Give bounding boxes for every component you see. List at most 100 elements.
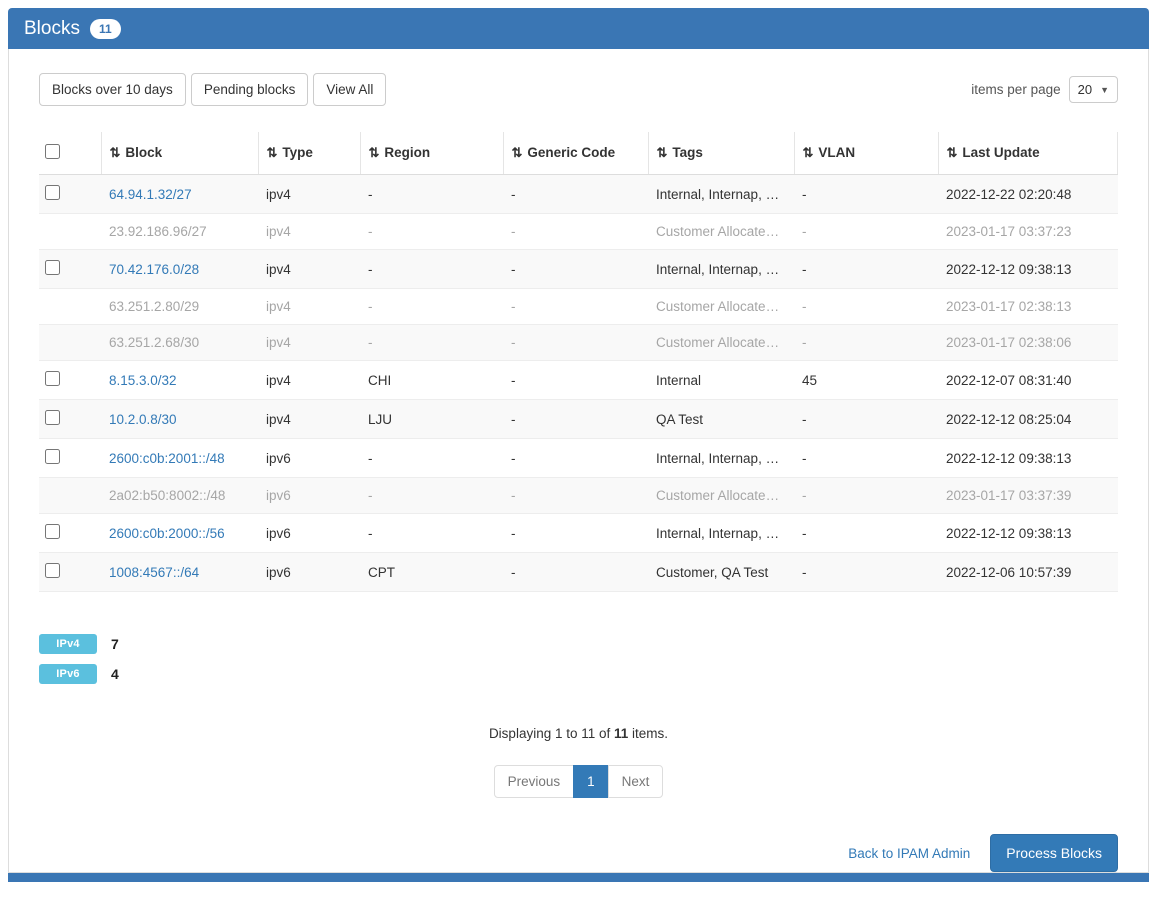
column-label: Block	[125, 145, 162, 160]
row-select-cell	[39, 175, 101, 214]
tags-cell: Customer Allocated, I…	[648, 478, 794, 514]
type-cell: ipv4	[258, 175, 360, 214]
panel-body: Blocks over 10 days Pending blocks View …	[8, 49, 1149, 873]
displaying-total: 11	[614, 726, 628, 741]
row-checkbox[interactable]	[45, 185, 60, 200]
row-select-cell	[39, 361, 101, 400]
row-select-cell	[39, 553, 101, 592]
block-link[interactable]: 70.42.176.0/28	[109, 262, 199, 277]
column-header-block[interactable]: ⇅Block	[101, 132, 258, 175]
block-cell: 2600:c0b:2000::/56	[101, 514, 258, 553]
next-page-button[interactable]: Next	[608, 765, 664, 798]
column-header-last-update[interactable]: ⇅ Last Update	[938, 132, 1118, 175]
vlan-cell: -	[794, 400, 938, 439]
tags-cell: Internal, Internap, LAN	[648, 439, 794, 478]
displaying-prefix: Displaying 1 to 11 of	[489, 726, 614, 741]
column-header-generic-code[interactable]: ⇅Generic Code	[503, 132, 648, 175]
tags-cell: Internal, Internap, LAN	[648, 175, 794, 214]
sort-icon: ⇅	[947, 145, 958, 160]
ipv6-count: 4	[111, 666, 119, 682]
table-row: 2600:c0b:2001::/48ipv6--Internal, Intern…	[39, 439, 1118, 478]
type-cell: ipv4	[258, 289, 360, 325]
tags-cell: Internal	[648, 361, 794, 400]
region-cell: -	[360, 175, 503, 214]
table-row: 8.15.3.0/32ipv4CHI-Internal452022-12-07 …	[39, 361, 1118, 400]
bottom-bar	[8, 873, 1149, 882]
block-link[interactable]: 2600:c0b:2000::/56	[109, 526, 225, 541]
row-checkbox[interactable]	[45, 524, 60, 539]
sort-icon: ⇅	[803, 145, 814, 160]
table-row: 2600:c0b:2000::/56ipv6--Internal, Intern…	[39, 514, 1118, 553]
filter-buttons: Blocks over 10 days Pending blocks View …	[39, 73, 386, 106]
vlan-cell: 45	[794, 361, 938, 400]
vlan-cell: -	[794, 250, 938, 289]
column-header-tags[interactable]: ⇅Tags	[648, 132, 794, 175]
row-select-cell	[39, 514, 101, 553]
row-select-cell	[39, 400, 101, 439]
row-checkbox[interactable]	[45, 563, 60, 578]
column-label: Last Update	[962, 145, 1039, 160]
generic-code-cell: -	[503, 478, 648, 514]
vlan-cell: -	[794, 553, 938, 592]
block-link[interactable]: 2600:c0b:2001::/48	[109, 451, 225, 466]
row-checkbox[interactable]	[45, 449, 60, 464]
row-select-cell	[39, 214, 101, 250]
tags-cell: Internal, Internap, LAN	[648, 250, 794, 289]
row-checkbox[interactable]	[45, 260, 60, 275]
table-header-row: ⇅Block ⇅Type ⇅Region ⇅Generic Code ⇅Tags	[39, 132, 1118, 175]
type-cell: ipv4	[258, 361, 360, 400]
page-1-button[interactable]: 1	[573, 765, 609, 798]
block-link[interactable]: 10.2.0.8/30	[109, 412, 177, 427]
column-header-type[interactable]: ⇅Type	[258, 132, 360, 175]
block-link[interactable]: 1008:4567::/64	[109, 565, 199, 580]
generic-code-cell: -	[503, 439, 648, 478]
page-header: Blocks 11	[8, 8, 1149, 49]
blocks-over-10-days-button[interactable]: Blocks over 10 days	[39, 73, 186, 106]
sort-icon: ⇅	[512, 145, 523, 160]
table-body: 64.94.1.32/27ipv4--Internal, Internap, L…	[39, 175, 1118, 592]
type-cell: ipv6	[258, 514, 360, 553]
generic-code-cell: -	[503, 361, 648, 400]
block-link[interactable]: 8.15.3.0/32	[109, 373, 177, 388]
type-cell: ipv6	[258, 478, 360, 514]
table-row: 64.94.1.32/27ipv4--Internal, Internap, L…	[39, 175, 1118, 214]
last-update-cell: 2023-01-17 02:38:06	[938, 325, 1118, 361]
region-cell: -	[360, 214, 503, 250]
block-link[interactable]: 64.94.1.32/27	[109, 187, 192, 202]
select-all-checkbox[interactable]	[45, 144, 60, 159]
column-header-region[interactable]: ⇅Region	[360, 132, 503, 175]
block-cell: 63.251.2.68/30	[101, 325, 258, 361]
generic-code-cell: -	[503, 400, 648, 439]
row-select-cell	[39, 439, 101, 478]
view-all-button[interactable]: View All	[313, 73, 386, 106]
table-row: 63.251.2.68/30ipv4--Customer Allocated I…	[39, 325, 1118, 361]
column-header-vlan[interactable]: ⇅ VLAN	[794, 132, 938, 175]
process-blocks-button[interactable]: Process Blocks	[990, 834, 1118, 872]
last-update-cell: 2022-12-12 08:25:04	[938, 400, 1118, 439]
block-cell: 2a02:b50:8002::/48	[101, 478, 258, 514]
tags-cell: Customer Allocated, I…	[648, 214, 794, 250]
back-to-ipam-admin-link[interactable]: Back to IPAM Admin	[848, 846, 970, 861]
select-all-header	[39, 132, 101, 175]
items-per-page-select[interactable]: 20 ▼	[1069, 76, 1118, 103]
last-update-cell: 2022-12-22 02:20:48	[938, 175, 1118, 214]
type-cell: ipv4	[258, 250, 360, 289]
toolbar: Blocks over 10 days Pending blocks View …	[39, 73, 1118, 106]
previous-page-button[interactable]: Previous	[494, 765, 575, 798]
pagination-wrap: Previous 1 Next	[39, 765, 1118, 798]
row-checkbox[interactable]	[45, 371, 60, 386]
blocks-table: ⇅Block ⇅Type ⇅Region ⇅Generic Code ⇅Tags	[39, 132, 1118, 592]
block-cell: 64.94.1.32/27	[101, 175, 258, 214]
pending-blocks-button[interactable]: Pending blocks	[191, 73, 309, 106]
row-checkbox[interactable]	[45, 410, 60, 425]
vlan-cell: -	[794, 289, 938, 325]
last-update-cell: 2023-01-17 03:37:39	[938, 478, 1118, 514]
vlan-cell: -	[794, 478, 938, 514]
ipv6-summary-row: IPv6 4	[39, 664, 1118, 684]
sort-icon: ⇅	[267, 145, 278, 160]
vlan-cell: -	[794, 214, 938, 250]
column-label: VLAN	[818, 145, 855, 160]
chevron-down-icon: ▼	[1100, 85, 1109, 95]
tags-cell: Customer, QA Test	[648, 553, 794, 592]
generic-code-cell: -	[503, 250, 648, 289]
